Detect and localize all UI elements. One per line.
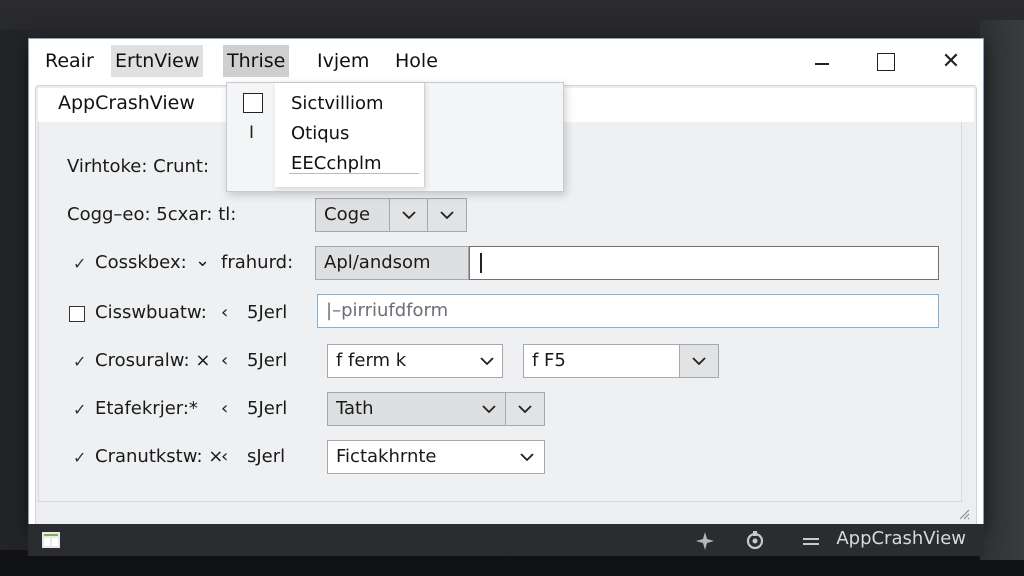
background-window-left xyxy=(0,30,28,550)
chevron-down-icon: ⌄ xyxy=(195,250,211,271)
chevron-left-icon: ‹ xyxy=(221,350,229,371)
checkmark-icon: ✓ xyxy=(73,352,87,371)
ferm-select[interactable]: f ferm k xyxy=(327,344,503,378)
coge-dropdown-button-1[interactable] xyxy=(389,198,429,232)
row-label-5jerl-3: 5Jerl xyxy=(247,398,288,419)
checkmark-icon: ✓ xyxy=(73,254,87,273)
resize-grip-icon[interactable] xyxy=(958,508,970,520)
tab-title: AppCrashView xyxy=(58,92,195,114)
minimize-button[interactable] xyxy=(801,47,841,77)
close-icon: ✕ xyxy=(941,49,961,74)
menu-item-sictvilliom[interactable]: Sictvilliom xyxy=(291,93,384,114)
menu-item-hole[interactable]: Hole xyxy=(391,45,442,77)
menu-icon[interactable] xyxy=(800,530,822,552)
fictakhrnte-select[interactable]: Fictakhrnte xyxy=(327,440,545,474)
chevron-left-icon: ‹ xyxy=(221,446,229,467)
row-label-cisswbuatw: Cisswbuatw: xyxy=(95,302,207,323)
chevron-down-icon xyxy=(440,211,454,219)
f5-select[interactable]: f F5 xyxy=(523,344,681,378)
menu-item-otiqus[interactable]: Otiqus xyxy=(291,123,349,144)
close-button[interactable]: ✕ xyxy=(931,47,971,77)
thrise-dropdown-menu: I Sictvilliom Otiqus EECchplm xyxy=(226,82,564,192)
row-label-virhtoke: Virhtoke: Crunt: xyxy=(67,156,210,177)
row-label-frahurd: frahurd: xyxy=(221,252,294,273)
coge-dropdown-button-2[interactable] xyxy=(427,198,467,232)
menu-divider xyxy=(289,173,419,174)
menu-item-reair[interactable]: Reair xyxy=(41,45,98,77)
menubar: Reair ErtnView Thrise Ivjem Hole ✕ xyxy=(29,39,983,85)
dropdown-item-list: Sictvilliom Otiqus EECchplm xyxy=(275,83,425,187)
background-window-right xyxy=(980,20,1024,560)
ferm-select-value: f ferm k xyxy=(336,350,407,371)
checkmark-icon: ✓ xyxy=(73,400,87,419)
path-input[interactable] xyxy=(469,246,939,280)
chevron-down-icon xyxy=(518,405,532,413)
menu-checkbox-icon[interactable] xyxy=(243,93,263,113)
row-label-5jerl-2: 5Jerl xyxy=(247,350,288,371)
chevron-down-icon xyxy=(516,441,538,473)
coge-select[interactable]: Coge xyxy=(315,198,391,232)
menu-item-eecchplm[interactable]: EECchplm xyxy=(291,153,382,174)
form-text-input[interactable]: |–pirriufdform xyxy=(317,294,939,328)
menu-marker-icon: I xyxy=(249,123,255,143)
row-label-etafekrjer: Etafekrjer:* xyxy=(95,398,198,419)
start-icon[interactable] xyxy=(42,532,60,548)
chevron-down-icon xyxy=(476,345,498,377)
chevron-down-icon xyxy=(478,393,500,425)
chevron-down-icon xyxy=(402,211,416,219)
row-label-crosuralw: Crosuralw: × xyxy=(95,350,211,371)
chevron-down-icon xyxy=(692,357,706,365)
sparkle-icon[interactable] xyxy=(694,530,716,552)
chevron-left-icon: ‹ xyxy=(221,398,229,419)
row-label-sjerl: sJerl xyxy=(247,446,286,467)
row-label-cosskbex: Cosskbex: xyxy=(95,252,187,273)
row-label-5jerl-1: 5Jerl xyxy=(247,302,288,323)
f5-dropdown-button[interactable] xyxy=(679,344,719,378)
text-cursor xyxy=(480,253,482,273)
tath-dropdown-button[interactable] xyxy=(505,392,545,426)
fictakhrnte-select-value: Fictakhrnte xyxy=(336,446,437,467)
checkbox-unchecked[interactable] xyxy=(69,306,85,322)
taskbar-app-label[interactable]: AppCrashView xyxy=(836,528,966,549)
menu-item-ertnview[interactable]: ErtnView xyxy=(111,45,204,77)
row-label-cranutkstw: Cranutkstw: × xyxy=(95,446,224,467)
maximize-button[interactable] xyxy=(865,47,905,77)
menu-item-thrise[interactable]: Thrise xyxy=(223,45,290,77)
tath-select[interactable]: Tath xyxy=(327,392,507,426)
taskbar: AppCrashView xyxy=(28,524,984,556)
row-label-cogg: Cogg–eo: 5cxar: tl: xyxy=(67,204,237,225)
chevron-left-icon: ‹ xyxy=(221,302,229,323)
menu-item-ivjem[interactable]: Ivjem xyxy=(313,45,373,77)
path-prefix-field[interactable]: Apl/andsom xyxy=(315,246,469,280)
checkmark-icon: ✓ xyxy=(73,448,87,467)
refresh-icon[interactable] xyxy=(744,530,766,552)
tath-select-value: Tath xyxy=(336,398,374,419)
